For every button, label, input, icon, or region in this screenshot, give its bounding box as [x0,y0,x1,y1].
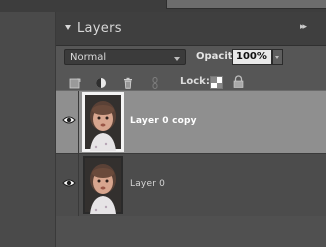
lock-label: Lock: [180,76,210,87]
blend-mode-select[interactable]: Normal [64,49,186,65]
layer-preview-image [83,156,123,214]
opacity-dropdown-button[interactable] [272,49,283,65]
panel-header: Layers ▸▸ [56,12,326,46]
eye-icon[interactable] [62,178,76,188]
layer-name[interactable]: Layer 0 copy [130,116,197,126]
layer-name[interactable]: Layer 0 [130,179,165,189]
empty-layer-area [56,216,326,247]
layer-thumbnail[interactable] [82,92,124,152]
chevron-down-icon [174,57,180,61]
workspace-edge [0,12,56,247]
layers-panel: Layers ▸▸ Normal Opacity: 100% Lock: Lay… [56,12,326,247]
top-input-field[interactable] [166,0,326,9]
lock-transparency-icon[interactable] [210,76,223,89]
opacity-input[interactable]: 100% [232,49,272,65]
panel-title: Layers [77,21,122,36]
eye-icon[interactable] [62,115,76,125]
adjustment-layer-icon[interactable] [95,77,107,89]
collapse-triangle-icon[interactable] [65,25,71,30]
layer-thumbnail[interactable] [83,156,123,214]
new-layer-icon[interactable] [69,77,81,89]
trash-icon[interactable] [122,77,134,89]
lock-all-icon[interactable] [232,75,245,88]
link-icon[interactable] [149,77,161,89]
layer-preview-image [83,93,123,151]
chevron-down-icon [275,56,279,59]
blend-mode-value: Normal [70,52,107,63]
layer-row[interactable]: Layer 0 [56,153,326,216]
panel-menu-icon[interactable]: ▸▸ [300,22,307,32]
layer-row[interactable]: Layer 0 copy [56,90,326,154]
